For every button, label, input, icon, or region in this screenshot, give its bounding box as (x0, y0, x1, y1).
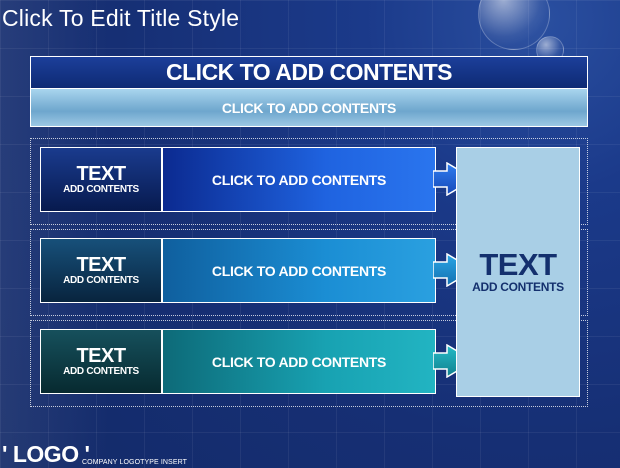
row-label-1[interactable]: TEXT ADD CONTENTS (40, 147, 162, 212)
side-panel-big: TEXT (479, 247, 557, 282)
row-label-3-small: ADD CONTENTS (63, 366, 139, 377)
row-label-3-big: TEXT (76, 345, 126, 367)
row-body-1[interactable]: CLICK TO ADD CONTENTS (162, 147, 436, 212)
row-label-1-big: TEXT (76, 163, 126, 185)
logo-tagline: COMPANY LOGOTYPE INSERT (82, 459, 187, 466)
row-body-2[interactable]: CLICK TO ADD CONTENTS (162, 238, 436, 303)
logo-text: ' LOGO ' (2, 441, 90, 467)
header-sub-text[interactable]: CLICK TO ADD CONTENTS (31, 89, 587, 126)
row-label-3[interactable]: TEXT ADD CONTENTS (40, 329, 162, 394)
header-box: CLICK TO ADD CONTENTS CLICK TO ADD CONTE… (30, 56, 588, 127)
row-label-2-big: TEXT (76, 254, 126, 276)
row-label-2[interactable]: TEXT ADD CONTENTS (40, 238, 162, 303)
row-label-2-small: ADD CONTENTS (63, 275, 139, 286)
row-body-3[interactable]: CLICK TO ADD CONTENTS (162, 329, 436, 394)
header-main-text[interactable]: CLICK TO ADD CONTENTS (31, 57, 587, 89)
slide-title[interactable]: Click To Edit Title Style (2, 5, 239, 32)
row-label-1-small: ADD CONTENTS (63, 184, 139, 195)
side-panel-small: ADD CONTENTS (472, 280, 564, 294)
side-panel[interactable]: TEXT ADD CONTENTS (456, 147, 580, 397)
